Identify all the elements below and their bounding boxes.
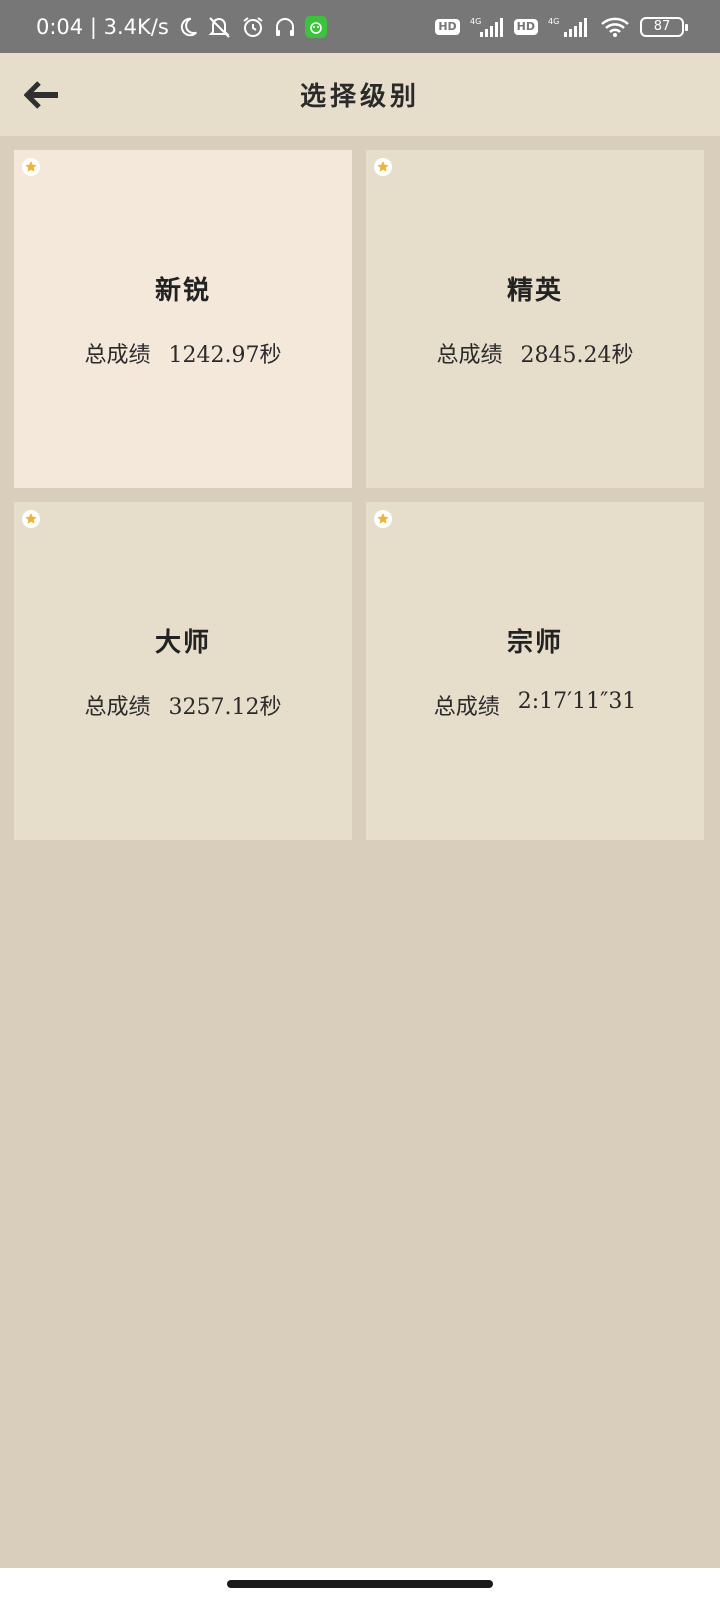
home-indicator[interactable] [227, 1580, 493, 1588]
signal-4g-icon: 4G [548, 16, 590, 38]
level-card-4[interactable]: 宗师 总成绩 2:17′11″31 [366, 502, 704, 840]
level-name: 新锐 [154, 275, 211, 306]
back-button[interactable] [22, 75, 62, 115]
time-speed: 0:04 | 3.4K/s [36, 14, 169, 39]
score-value: 1242.97秒 [168, 342, 282, 368]
level-card-2[interactable]: 精英 总成绩 2845.24秒 [366, 150, 704, 488]
status-right: HD 4G HD 4G 87 [435, 16, 688, 38]
svg-text:4G: 4G [548, 17, 559, 26]
moon-icon [177, 16, 199, 38]
level-card-3[interactable]: 大师 总成绩 3257.12秒 [14, 502, 352, 840]
battery-level: 87 [653, 19, 671, 34]
hd-icon: HD [435, 18, 460, 35]
level-grid: 新锐 总成绩 1242.97秒 精英 总成绩 2845.24秒 大师 总成绩 3… [14, 150, 706, 840]
level-name: 宗师 [506, 627, 563, 658]
level-name: 精英 [506, 275, 563, 306]
svg-text:4G: 4G [470, 17, 481, 26]
status-left: 0:04 | 3.4K/s [36, 15, 327, 39]
page-title: 选择级别 [299, 82, 420, 112]
app-icon [304, 15, 327, 38]
wifi-icon [600, 16, 630, 38]
star-icon [374, 510, 392, 528]
score-value: 3257.12秒 [168, 694, 282, 720]
score-label: 总成绩 [84, 342, 151, 368]
score-value: 2:17′11″31 [517, 688, 637, 714]
arrow-left-icon [24, 81, 58, 109]
star-icon [22, 510, 40, 528]
score-value: 2845.24秒 [520, 342, 634, 368]
score-label: 总成绩 [433, 694, 500, 720]
home-indicator-bar [0, 1568, 720, 1600]
hd-icon: HD [513, 18, 538, 35]
score-label: 总成绩 [436, 342, 503, 368]
level-score: 总成绩 2845.24秒 [437, 337, 634, 369]
star-icon [22, 158, 40, 176]
score-label: 总成绩 [84, 694, 151, 720]
star-icon [374, 158, 392, 176]
level-name: 大师 [154, 627, 211, 658]
level-card-1[interactable]: 新锐 总成绩 1242.97秒 [14, 150, 352, 488]
battery-icon: 87 [640, 16, 688, 37]
app-bar: 选择级别 [0, 53, 720, 136]
mute-icon [207, 15, 233, 39]
level-score: 总成绩 1242.97秒 [85, 337, 282, 369]
level-score: 总成绩 3257.12秒 [85, 689, 282, 721]
signal-4g-icon: 4G [470, 16, 504, 38]
alarm-icon [241, 15, 265, 39]
headphones-icon [273, 15, 297, 39]
status-bar: 0:04 | 3.4K/s HD 4G HD 4G 87 [0, 0, 720, 53]
level-score: 总成绩 2:17′11″31 [434, 689, 637, 721]
